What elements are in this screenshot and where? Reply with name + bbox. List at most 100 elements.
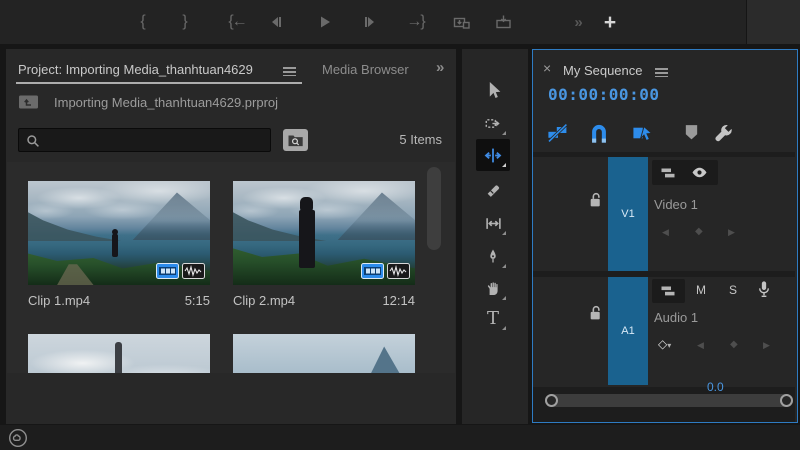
mark-in-button[interactable]: {	[134, 8, 152, 36]
clip-2-label-row[interactable]: Clip 2.mp4 12:14	[233, 293, 415, 308]
zoom-handle-right[interactable]	[780, 394, 793, 407]
overwrite-icon	[495, 14, 513, 30]
sync-lock-icon[interactable]	[660, 284, 676, 298]
type-tool-button[interactable]: T	[476, 302, 510, 334]
selection-tool-button[interactable]	[476, 74, 510, 106]
clip-2-thumbnail[interactable]	[233, 181, 415, 285]
video-track-name[interactable]: Video 1	[654, 197, 698, 212]
ripple-edit-icon	[484, 147, 502, 164]
voiceover-record-mic-icon[interactable]	[757, 280, 771, 299]
previous-keyframe-icon[interactable]: ◀	[662, 227, 669, 238]
step-back-button[interactable]	[262, 8, 288, 36]
project-panel: Project: Importing Media_thanhtuan4629 M…	[6, 49, 456, 424]
close-panel-icon[interactable]: ×	[543, 60, 551, 76]
track-area: V1 Video 1 ◀ ◆ ▶ A1 M S Audio 1 ◇▾ ◀ ◆ ▶…	[533, 152, 795, 422]
premiere-pro-window: { } {← →} » + Project: Importing Media_t…	[0, 0, 800, 450]
overwrite-button[interactable]	[490, 8, 518, 36]
linked-selection-toggle[interactable]	[632, 123, 656, 143]
add-button-editor-button[interactable]: +	[598, 8, 622, 36]
playhead-timecode[interactable]: 00:00:00:00	[548, 85, 659, 104]
track-lock-icon[interactable]	[589, 305, 603, 321]
audio-usage-icon	[182, 263, 205, 279]
clip-duration: 5:15	[184, 293, 210, 308]
add-keyframe-icon[interactable]: ◆	[695, 226, 703, 237]
timeline-panel: × My Sequence 00:00:00:00 V1 Video 1 ◀ ◆…	[532, 49, 798, 423]
sequence-tab[interactable]: My Sequence	[563, 63, 643, 78]
type-tool-icon: T	[486, 307, 499, 329]
project-panel-toolbar	[6, 376, 456, 424]
hand-icon	[485, 280, 501, 297]
step-forward-button[interactable]	[358, 8, 384, 36]
clip-3-thumbnail[interactable]	[28, 334, 210, 373]
tab-media-browser[interactable]: Media Browser	[322, 62, 410, 77]
audio-track-source-assign[interactable]: A1	[608, 277, 648, 385]
project-items-grid: Clip 1.mp4 5:15 Clip 2.mp4 12:14	[7, 162, 455, 373]
mute-track-button[interactable]: M	[696, 283, 706, 297]
play-icon	[317, 14, 333, 30]
clip-1-thumbnail[interactable]	[28, 181, 210, 285]
panel-overflow-chevron[interactable]: »	[436, 59, 444, 76]
clip-1-preview-image	[28, 181, 210, 285]
project-panel-menu-icon[interactable]	[283, 65, 296, 79]
play-button[interactable]	[312, 8, 338, 36]
hand-tool-button[interactable]	[476, 272, 510, 304]
toolbar-right-segment	[746, 0, 800, 44]
add-keyframe-icon[interactable]: ◆	[730, 339, 738, 350]
search-input-field[interactable]	[45, 131, 269, 151]
navigate-up-button[interactable]	[18, 93, 39, 111]
next-keyframe-icon[interactable]: ▶	[728, 227, 735, 238]
next-keyframe-icon[interactable]: ▶	[763, 340, 770, 351]
previous-keyframe-icon[interactable]: ◀	[697, 340, 704, 351]
audio-gain-value[interactable]: 0.0	[707, 380, 724, 394]
video-usage-icon	[156, 263, 179, 279]
step-back-icon	[267, 14, 283, 30]
ripple-edit-tool-button[interactable]	[476, 139, 510, 171]
grid-scrollbar-thumb[interactable]	[427, 167, 441, 250]
add-marker-button[interactable]	[684, 124, 699, 141]
clip-1-label-row[interactable]: Clip 1.mp4 5:15	[28, 293, 210, 308]
diamond-icon: ◇	[658, 337, 668, 351]
snap-magnet-toggle[interactable]	[588, 121, 610, 144]
mark-out-button[interactable]: }	[176, 8, 194, 36]
solo-track-button[interactable]: S	[729, 283, 737, 297]
timeline-zoom-scrollbar[interactable]	[545, 394, 793, 407]
track-output-eye-icon[interactable]	[691, 166, 708, 179]
razor-icon	[485, 182, 502, 199]
search-input[interactable]	[18, 128, 271, 152]
tab-project[interactable]: Project: Importing Media_thanhtuan4629	[18, 62, 253, 77]
zoom-handle-left[interactable]	[545, 394, 558, 407]
audio-track-row: A1 M S Audio 1 ◇▾ ◀ ◆ ▶	[533, 277, 795, 387]
slip-tool-button[interactable]	[476, 207, 510, 239]
go-to-out-button[interactable]: →}	[400, 8, 430, 36]
keyframe-type-dropdown[interactable]: ◇▾	[658, 337, 671, 351]
audio-sync-lock-box	[652, 279, 685, 303]
video-track-row: V1 Video 1 ◀ ◆ ▶	[533, 157, 795, 271]
step-forward-icon	[363, 14, 379, 30]
insert-button[interactable]	[448, 8, 476, 36]
video-track-source-assign[interactable]: V1	[608, 157, 648, 271]
track-select-forward-tool-button[interactable]	[476, 107, 510, 139]
transport-toolbar: { } {← →} » +	[0, 0, 800, 44]
video-usage-icon	[361, 263, 384, 279]
audio-usage-icon	[387, 263, 410, 279]
sync-lock-icon[interactable]	[660, 166, 676, 180]
razor-tool-button[interactable]	[476, 174, 510, 206]
timeline-panel-menu-icon[interactable]	[655, 66, 668, 80]
timeline-settings-wrench-icon[interactable]	[712, 122, 735, 143]
track-select-forward-icon	[485, 115, 502, 132]
clip-name: Clip 1.mp4	[28, 293, 91, 308]
audio-track-name[interactable]: Audio 1	[654, 310, 698, 325]
insert-as-nest-toggle[interactable]	[546, 122, 570, 144]
project-file-breadcrumb[interactable]: Importing Media_thanhtuan4629.prproj	[54, 95, 278, 110]
video-track-toggles	[652, 160, 718, 185]
go-to-in-button[interactable]: {←	[222, 8, 252, 36]
items-count-label: 5 Items	[399, 132, 442, 147]
track-lock-icon[interactable]	[589, 192, 603, 208]
folder-search-icon	[287, 133, 304, 148]
pen-tool-button[interactable]	[476, 240, 510, 272]
search-icon	[26, 134, 40, 148]
search-bin-button[interactable]	[283, 129, 308, 151]
toolbar-overflow-chevron[interactable]: »	[568, 8, 588, 36]
clip-4-thumbnail[interactable]	[233, 334, 415, 373]
chevron-down-icon: ▾	[667, 341, 672, 350]
